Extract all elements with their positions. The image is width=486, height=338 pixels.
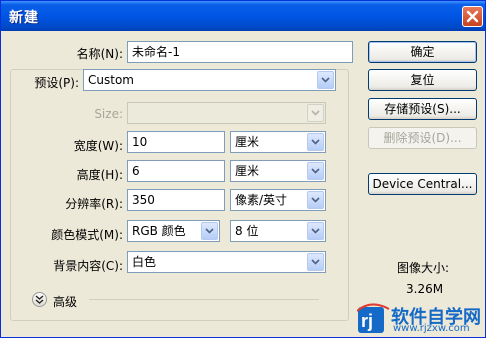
resolution-input[interactable]: 350 bbox=[127, 189, 225, 211]
bit-depth-value: 8 位 bbox=[235, 224, 259, 238]
advanced-label[interactable]: 高级 bbox=[53, 293, 77, 310]
background-label: 背景内容(C): bbox=[53, 259, 123, 273]
close-icon bbox=[466, 10, 479, 23]
width-unit-select[interactable]: 厘米 bbox=[230, 131, 326, 153]
chevron-down-icon bbox=[311, 228, 320, 234]
height-input[interactable]: 6 bbox=[127, 160, 225, 182]
chevron-down-icon bbox=[321, 77, 330, 83]
chevron-down-icon bbox=[311, 139, 320, 145]
name-input[interactable]: 未命名-1 bbox=[127, 41, 353, 63]
width-input[interactable]: 10 bbox=[127, 131, 225, 153]
height-label: 高度(H): bbox=[76, 168, 123, 182]
double-chevron-down-icon bbox=[35, 295, 44, 304]
background-select[interactable]: 白色 bbox=[127, 251, 326, 273]
resolution-unit-dropdown[interactable] bbox=[307, 191, 324, 209]
close-button[interactable] bbox=[462, 6, 483, 27]
resolution-unit-select[interactable]: 像素/英寸 bbox=[230, 189, 326, 211]
preset-dropdown[interactable] bbox=[317, 71, 334, 89]
background-dropdown[interactable] bbox=[307, 253, 324, 271]
preset-value: Custom bbox=[88, 73, 134, 87]
size-dropdown[interactable] bbox=[307, 104, 324, 122]
reset-button[interactable]: 复位 bbox=[368, 69, 477, 91]
color-mode-value: RGB 颜色 bbox=[132, 224, 186, 238]
svg-text:rj: rj bbox=[361, 311, 373, 331]
ok-button[interactable]: 确定 bbox=[368, 41, 477, 63]
save-preset-button[interactable]: 存储预设(S)... bbox=[368, 98, 477, 120]
advanced-toggle-button[interactable] bbox=[32, 292, 47, 307]
bit-depth-dropdown[interactable] bbox=[307, 222, 324, 240]
color-mode-dropdown[interactable] bbox=[201, 222, 218, 240]
background-value: 白色 bbox=[132, 255, 157, 269]
height-unit-select[interactable]: 厘米 bbox=[230, 160, 326, 182]
size-select[interactable] bbox=[127, 102, 326, 124]
advanced-divider bbox=[89, 299, 319, 300]
resolution-unit-value: 像素/英寸 bbox=[235, 193, 288, 207]
color-mode-select[interactable]: RGB 颜色 bbox=[127, 220, 220, 242]
image-size-label: 图像大小: bbox=[397, 261, 450, 275]
width-unit-value: 厘米 bbox=[235, 135, 260, 149]
resolution-label: 分辨率(R): bbox=[65, 197, 123, 211]
size-label: Size: bbox=[94, 107, 123, 121]
color-mode-label: 颜色模式(M): bbox=[51, 228, 123, 242]
width-label: 宽度(W): bbox=[73, 139, 123, 153]
height-unit-value: 厘米 bbox=[235, 164, 260, 178]
chevron-down-icon bbox=[311, 259, 320, 265]
device-central-button[interactable]: Device Central... bbox=[368, 173, 477, 195]
delete-preset-button[interactable]: 删除预设(D)... bbox=[368, 127, 477, 149]
chevron-down-icon bbox=[205, 228, 214, 234]
chevron-down-icon bbox=[311, 168, 320, 174]
width-unit-dropdown[interactable] bbox=[307, 133, 324, 151]
preset-select[interactable]: Custom bbox=[83, 69, 336, 91]
new-document-dialog: 新建 名称(N): 未命名-1 预设(P): Custom Size: 宽度(W… bbox=[0, 0, 486, 338]
chevron-down-icon bbox=[311, 110, 320, 116]
preset-label: 预设(P): bbox=[34, 76, 79, 90]
bit-depth-select[interactable]: 8 位 bbox=[230, 220, 326, 242]
height-unit-dropdown[interactable] bbox=[307, 162, 324, 180]
chevron-down-icon bbox=[311, 197, 320, 203]
watermark-url: www.rjzxw.com bbox=[393, 323, 470, 334]
dialog-title: 新建 bbox=[9, 10, 39, 26]
image-size-value: 3.26M bbox=[406, 282, 444, 296]
title-bar[interactable]: 新建 bbox=[1, 1, 485, 31]
name-label: 名称(N): bbox=[76, 47, 123, 61]
